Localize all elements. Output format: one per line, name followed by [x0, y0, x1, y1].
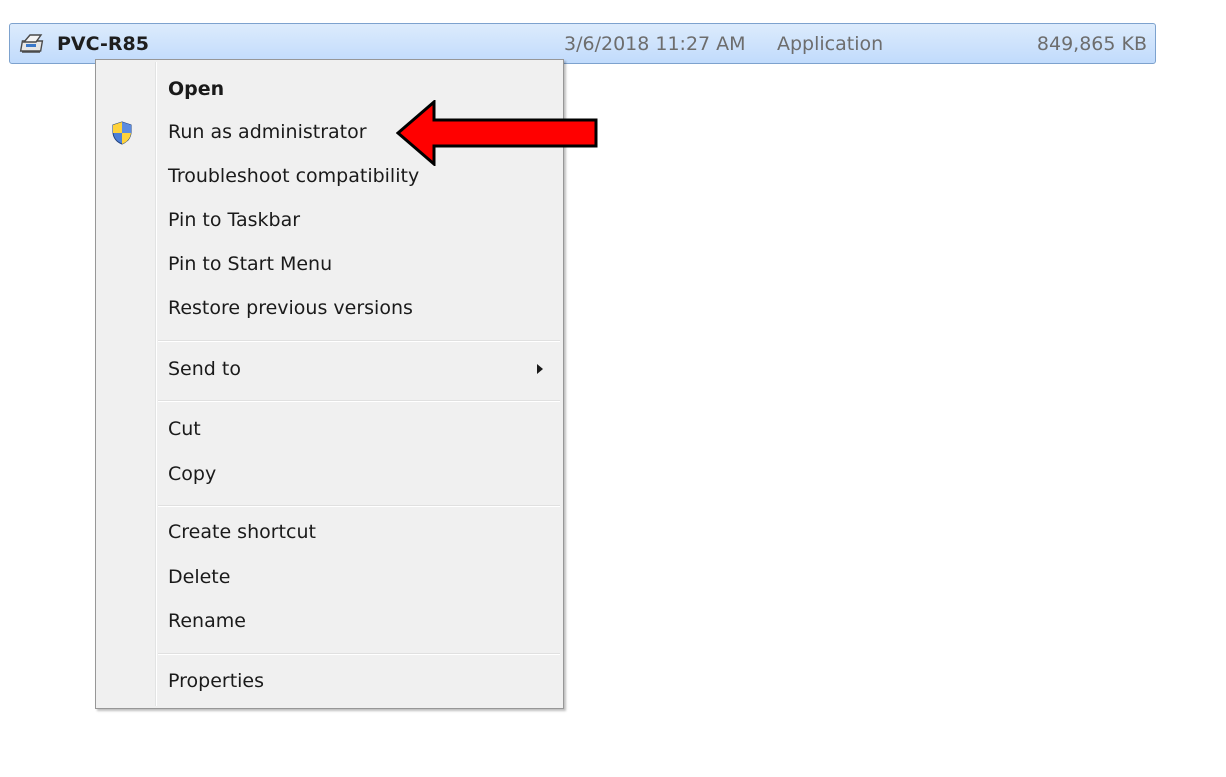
- menu-item-label: Send to: [168, 358, 241, 380]
- menu-item-label: Pin to Start Menu: [168, 253, 333, 275]
- menu-item-label: Copy: [168, 463, 217, 485]
- file-type: Application: [777, 33, 884, 55]
- red-arrow-annotation-icon: [396, 100, 598, 166]
- menu-item-label: Create shortcut: [168, 521, 316, 543]
- menu-item-send-to[interactable]: Send to: [98, 349, 561, 389]
- menu-item-restore-previous-versions[interactable]: Restore previous versions: [98, 288, 561, 328]
- file-date-modified: 3/6/2018 11:27 AM: [564, 33, 746, 55]
- menu-item-label: Open: [168, 78, 225, 100]
- menu-item-delete[interactable]: Delete: [98, 557, 561, 597]
- menu-item-copy[interactable]: Copy: [98, 454, 561, 494]
- menu-separator: [158, 653, 560, 655]
- menu-item-rename[interactable]: Rename: [98, 601, 561, 641]
- explorer-view: PVC-R85 3/6/2018 11:27 AM Application 84…: [0, 0, 1226, 777]
- menu-item-pin-to-taskbar[interactable]: Pin to Taskbar: [98, 200, 561, 240]
- file-row-selected[interactable]: PVC-R85 3/6/2018 11:27 AM Application 84…: [9, 23, 1156, 64]
- menu-item-label: Pin to Taskbar: [168, 209, 301, 231]
- menu-item-label: Properties: [168, 670, 265, 692]
- menu-separator: [158, 505, 560, 507]
- menu-item-pin-to-start-menu[interactable]: Pin to Start Menu: [98, 244, 561, 284]
- menu-item-label: Delete: [168, 566, 231, 588]
- menu-separator: [158, 340, 560, 342]
- application-icon: [19, 34, 44, 53]
- file-name: PVC-R85: [57, 33, 149, 55]
- menu-item-label: Rename: [168, 610, 246, 632]
- uac-shield-icon: [112, 121, 132, 145]
- menu-item-label: Restore previous versions: [168, 297, 413, 319]
- menu-separator: [158, 400, 560, 402]
- submenu-arrow-icon: [537, 364, 543, 374]
- menu-item-create-shortcut[interactable]: Create shortcut: [98, 512, 561, 552]
- menu-item-label: Run as administrator: [168, 121, 367, 143]
- menu-item-label: Troubleshoot compatibility: [168, 165, 420, 187]
- menu-item-label: Cut: [168, 418, 201, 440]
- menu-item-properties[interactable]: Properties: [98, 661, 561, 701]
- menu-item-cut[interactable]: Cut: [98, 409, 561, 449]
- file-size: 849,865 KB: [1036, 33, 1147, 55]
